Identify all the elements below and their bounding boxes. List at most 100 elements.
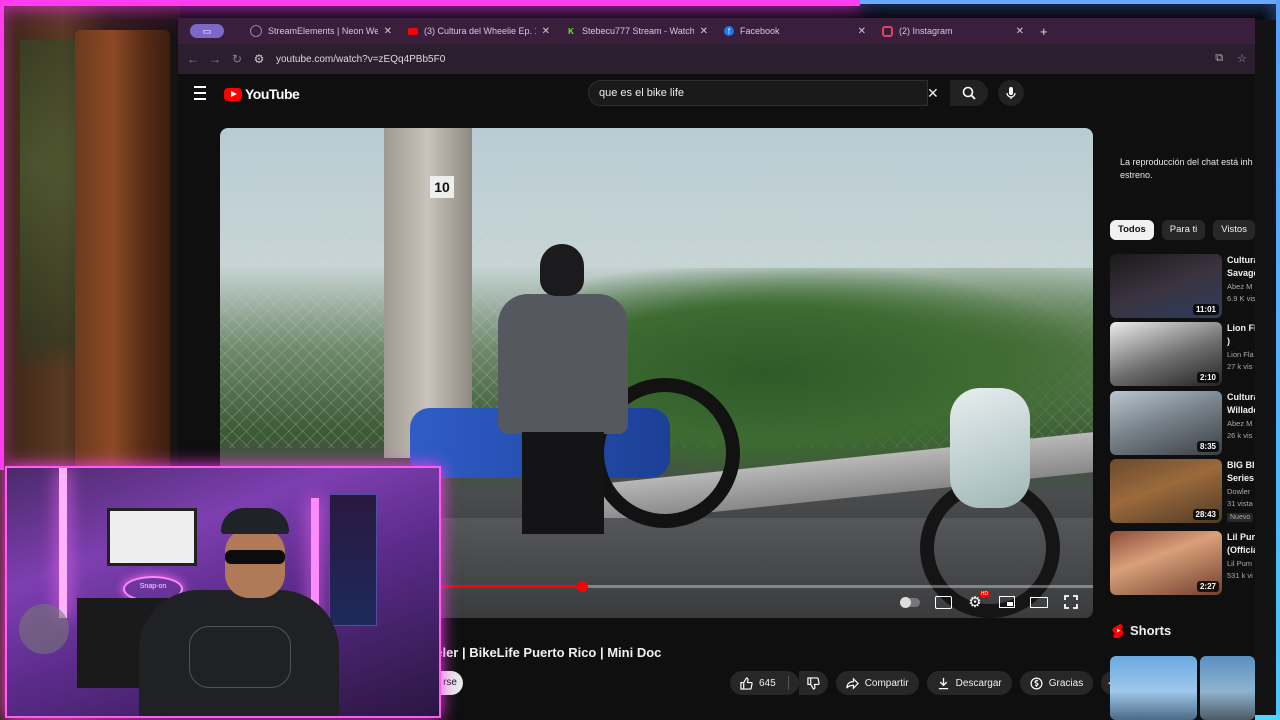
voice-search-button[interactable]	[998, 80, 1024, 106]
theater-mode-icon[interactable]	[1029, 594, 1049, 610]
share-button[interactable]: Compartir	[835, 671, 919, 695]
pole-number: 10	[430, 176, 454, 198]
recommended-title[interactable]: Cultura Savage	[1227, 254, 1255, 280]
youtube-icon	[408, 27, 418, 35]
youtube-header: YouTube que es el bike life ✕	[178, 74, 1255, 114]
neon-light-bar	[59, 468, 67, 618]
thumbs-down-icon	[807, 676, 820, 690]
clear-search-icon[interactable]: ✕	[927, 85, 939, 102]
address-bar-actions: ⧉ ☆	[1215, 52, 1247, 65]
video-duration: 2:27	[1196, 581, 1219, 592]
tab-title: (3) Cultura del Wheelie Ep. 1	[424, 26, 536, 36]
neon-border-top	[0, 0, 860, 6]
neon-border-top-blue	[860, 0, 1280, 4]
dislike-button[interactable]	[798, 671, 828, 695]
webcam-overlay: Snap-on	[5, 466, 441, 718]
chip-todos[interactable]: Todos	[1110, 220, 1154, 240]
video-scene-white-motorcycle	[910, 368, 1070, 618]
recommended-channel[interactable]: Lion Fla	[1227, 350, 1255, 359]
fullscreen-icon[interactable]	[1061, 594, 1081, 610]
shorts-thumbnail[interactable]	[1200, 656, 1255, 720]
like-button[interactable]: 645	[730, 671, 799, 695]
browser-tab[interactable]: (2) Instagram ✕	[874, 18, 1032, 44]
streamer	[139, 508, 339, 716]
recommended-channel[interactable]: Lil Pum	[1227, 559, 1255, 568]
tab-close-icon[interactable]: ✕	[384, 26, 392, 37]
settings-gear-icon[interactable]: ⚙ HD	[965, 591, 989, 611]
bookmark-star-icon[interactable]: ☆	[1237, 52, 1247, 65]
site-settings-icon[interactable]: ⚙	[248, 52, 270, 66]
neon-border-right	[1276, 0, 1280, 720]
recommended-title[interactable]: Lion Fi )	[1227, 322, 1255, 348]
tab-close-icon[interactable]: ✕	[1016, 26, 1024, 37]
browser-tab[interactable]: StreamElements | Neon Webc ✕	[242, 18, 400, 44]
chip-vistos[interactable]: Vistos	[1213, 220, 1255, 240]
url-field[interactable]: youtube.com/watch?v=zEQq4PBb5F0	[276, 54, 445, 65]
thanks-button[interactable]: Gracias	[1019, 671, 1094, 695]
recommended-channel[interactable]: Abez M	[1227, 419, 1255, 428]
reload-icon[interactable]: ↻	[226, 52, 248, 66]
recommended-video[interactable]: 2:27 Lil Pun (Officia Lil Pum 531 k vi	[1110, 531, 1255, 595]
shorts-thumbnail[interactable]	[1110, 656, 1197, 720]
recommended-video[interactable]: 11:01 Cultura Savage Abez M 6.9 K vis	[1110, 254, 1255, 318]
youtube-logo-text: YouTube	[245, 86, 300, 102]
kick-icon: K	[568, 26, 574, 36]
browser-tab[interactable]: f Facebook ✕	[716, 18, 874, 44]
video-thumbnail[interactable]: 11:01	[1110, 254, 1222, 318]
chip-para-ti[interactable]: Para ti	[1161, 220, 1206, 240]
back-arrow-icon[interactable]: ←	[182, 52, 204, 66]
tab-close-icon[interactable]: ✕	[700, 26, 708, 37]
forward-arrow-icon[interactable]: →	[204, 52, 226, 66]
youtube-play-icon	[224, 87, 242, 101]
search-button[interactable]	[950, 80, 988, 106]
recommended-channel[interactable]: Dowler	[1227, 487, 1255, 496]
cropped-edge	[1255, 20, 1276, 715]
autoplay-toggle[interactable]	[899, 594, 921, 610]
search-input[interactable]: que es el bike life	[588, 80, 928, 106]
microphone-icon	[1006, 87, 1016, 99]
tab-close-icon[interactable]: ✕	[542, 26, 550, 37]
tab-close-icon[interactable]: ✕	[858, 26, 866, 37]
streamelements-icon	[250, 25, 262, 37]
thanks-label: Gracias	[1048, 677, 1084, 689]
subtitles-icon[interactable]	[933, 594, 953, 610]
recommended-title[interactable]: BIG BI Series	[1227, 459, 1255, 485]
video-thumbnail[interactable]: 8:35	[1110, 391, 1222, 455]
player-controls-right: ⚙ HD	[899, 591, 1081, 611]
video-thumbnail[interactable]: 2:27	[1110, 531, 1222, 595]
install-app-icon[interactable]: ⧉	[1215, 52, 1223, 65]
new-tab-button[interactable]: +	[1040, 24, 1048, 39]
neon-border-left	[0, 0, 4, 470]
shorts-label: Shorts	[1130, 623, 1172, 638]
hamburger-menu-icon[interactable]	[194, 86, 206, 100]
video-title: eeler | BikeLife Puerto Rico | Mini Doc	[428, 645, 662, 660]
thumbs-up-icon	[740, 676, 753, 690]
recommended-title[interactable]: Cultura Willade	[1227, 391, 1255, 417]
fan	[19, 604, 69, 654]
video-scene-rider	[498, 244, 628, 534]
recommended-title[interactable]: Lil Pun (Officia	[1227, 531, 1255, 557]
address-bar: ← → ↻ ⚙ youtube.com/watch?v=zEQq4PBb5F0 …	[178, 44, 1255, 74]
miniplayer-icon[interactable]	[997, 594, 1017, 610]
youtube-logo[interactable]: YouTube	[224, 86, 300, 102]
tab-search-button[interactable]: ▭	[190, 24, 224, 38]
video-actions: 645 Compartir Descargar Gracias ⋯	[730, 671, 1126, 695]
recommended-views: 531 k vi	[1227, 571, 1253, 580]
recommended-channel[interactable]: Abez M	[1227, 282, 1255, 291]
video-thumbnail[interactable]: 28:43	[1110, 459, 1222, 523]
video-duration: 8:35	[1196, 441, 1219, 452]
recommended-video[interactable]: 28:43 BIG BI Series Dowler 31 vista Nuev…	[1110, 459, 1255, 523]
browser-tab[interactable]: (3) Cultura del Wheelie Ep. 1 ✕	[400, 18, 558, 44]
facebook-icon: f	[724, 26, 734, 36]
tree-trunk	[75, 30, 170, 470]
video-duration: 28:43	[1192, 509, 1219, 520]
download-button[interactable]: Descargar	[926, 671, 1012, 695]
recommended-video[interactable]: 2:10 Lion Fi ) Lion Fla 27 k vis	[1110, 322, 1255, 386]
like-count: 645	[759, 677, 776, 689]
video-thumbnail[interactable]: 2:10	[1110, 322, 1222, 386]
tab-title: StreamElements | Neon Webc	[268, 26, 378, 36]
browser-tab[interactable]: K Stebecu777 Stream - Watch L ✕	[558, 18, 716, 44]
recommended-video[interactable]: 8:35 Cultura Willade Abez M 26 k vis	[1110, 391, 1255, 455]
recommended-views: 31 vista	[1227, 499, 1253, 508]
super-thanks-icon	[1030, 677, 1043, 689]
